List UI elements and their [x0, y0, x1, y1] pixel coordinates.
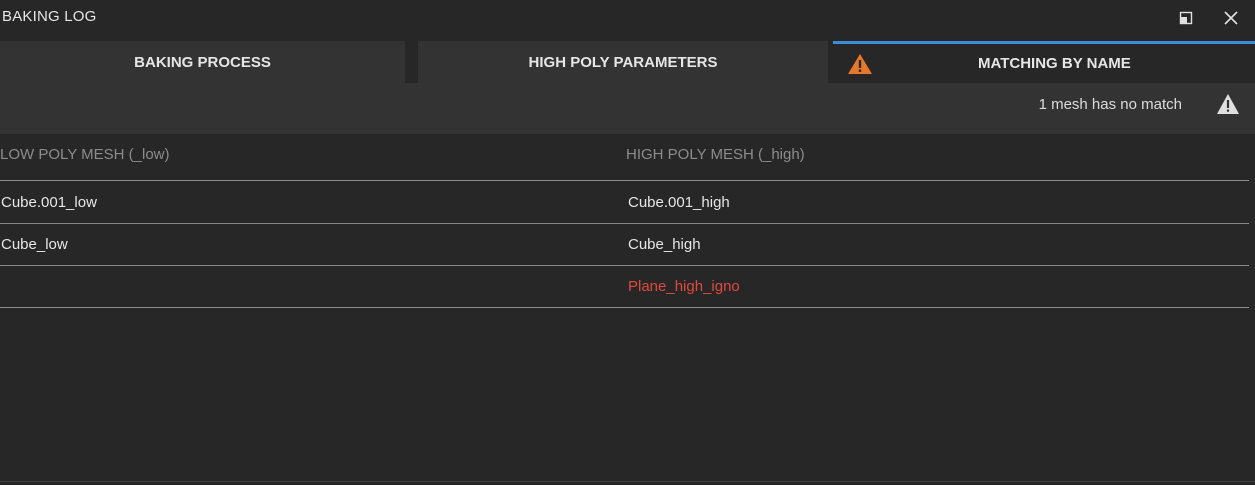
restore-window-button[interactable]	[1176, 8, 1196, 28]
high-poly-cell: Cube_high	[628, 236, 701, 253]
close-icon	[1224, 11, 1238, 25]
bottom-divider	[0, 481, 1255, 482]
status-bar: 1 mesh has no match	[0, 83, 1255, 134]
table-row[interactable]: Plane_high_igno	[0, 266, 1249, 308]
column-header-high-poly: HIGH POLY MESH (_high)	[626, 146, 805, 163]
column-header-low-poly: LOW POLY MESH (_low)	[0, 146, 170, 163]
low-poly-cell: Cube_low	[1, 236, 68, 253]
tab-baking-process[interactable]: BAKING PROCESS	[0, 41, 405, 83]
warning-icon	[847, 53, 873, 79]
tab-label: MATCHING BY NAME	[978, 55, 1131, 72]
high-poly-cell: Cube.001_high	[628, 194, 730, 211]
tab-bar: BAKING PROCESS HIGH POLY PARAMETERS MATC…	[0, 41, 1255, 83]
restore-window-icon	[1179, 11, 1193, 25]
table-header: LOW POLY MESH (_low) HIGH POLY MESH (_hi…	[0, 134, 1249, 181]
low-poly-cell: Cube.001_low	[1, 194, 97, 211]
tab-label: BAKING PROCESS	[134, 53, 271, 71]
high-poly-cell-unmatched: Plane_high_igno	[628, 278, 740, 295]
table-row[interactable]: Cube.001_low Cube.001_high	[0, 182, 1249, 224]
status-message: 1 mesh has no match	[1038, 96, 1182, 113]
window-title: BAKING LOG	[2, 8, 97, 25]
title-bar: BAKING LOG	[0, 0, 1255, 38]
table-row[interactable]: Cube_low Cube_high	[0, 224, 1249, 266]
warning-icon	[1216, 93, 1240, 120]
tab-matching-by-name[interactable]: MATCHING BY NAME	[833, 41, 1255, 83]
tab-high-poly-parameters[interactable]: HIGH POLY PARAMETERS	[418, 41, 828, 83]
tab-label: HIGH POLY PARAMETERS	[528, 53, 718, 71]
close-window-button[interactable]	[1221, 8, 1241, 28]
